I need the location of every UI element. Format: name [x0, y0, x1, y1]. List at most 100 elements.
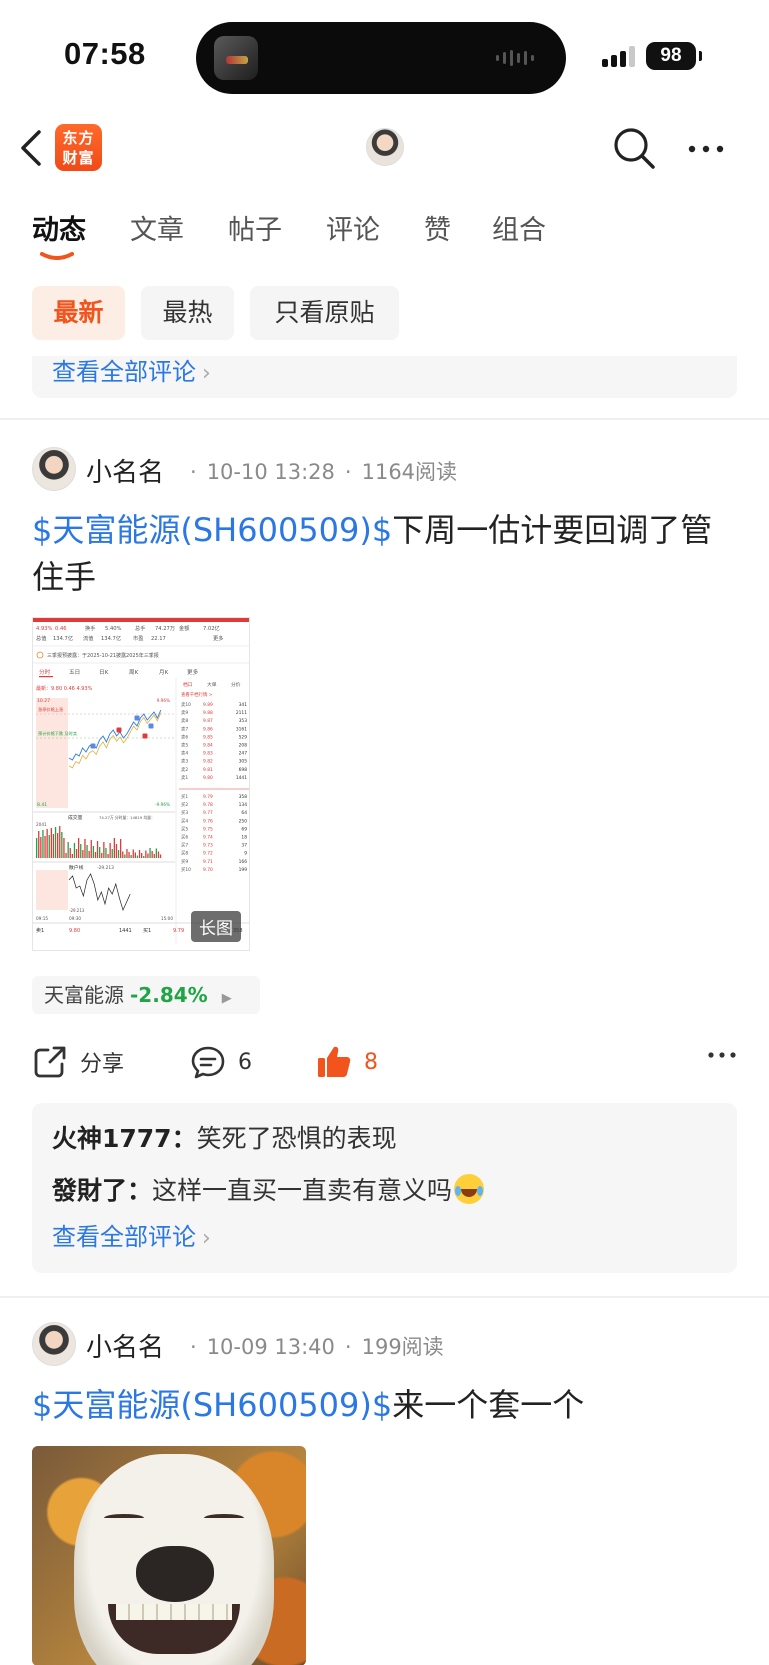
comment-button[interactable]: 6: [190, 1038, 252, 1086]
view-all-comments-link[interactable]: 查看全部评论 ›: [52, 1217, 211, 1252]
post-image[interactable]: 4.93% 0.46 换手 5.40% 总手 74.27万 金额 7.02亿 总值 134.7亿流…: [32, 617, 250, 951]
tab-comments[interactable]: 评论: [326, 208, 380, 247]
screenshot-text: 64: [241, 810, 247, 816]
share-icon: [34, 1046, 66, 1078]
screenshot-text: 18: [241, 835, 247, 841]
author-name[interactable]: 小名名: [86, 452, 164, 489]
volume-bar: [94, 852, 97, 858]
app-logo[interactable]: 东方 财富: [55, 124, 102, 171]
screenshot-text: 1441: [119, 928, 132, 934]
screenshot-text: 分时: [39, 668, 51, 676]
screenshot-text: 9: [244, 851, 247, 857]
post-actions: 分享 6 8: [32, 1038, 737, 1086]
trade-marker: [148, 723, 154, 729]
volume-bar: [73, 843, 76, 858]
screenshot-text: 总值: [36, 634, 46, 642]
more-options-icon[interactable]: [686, 134, 726, 164]
screenshot-text: 9.89: [203, 702, 213, 708]
tab-likes[interactable]: 赞: [424, 208, 451, 247]
volume-bar: [109, 843, 111, 858]
volume-bar: [90, 840, 92, 858]
volume-bar: [157, 851, 160, 858]
tab-dynamics[interactable]: 动态: [32, 208, 86, 247]
screenshot-text: 日K: [99, 669, 109, 676]
post-reads: 1164阅读: [361, 460, 458, 484]
trade-marker: [116, 727, 122, 733]
volume-bar: [143, 856, 145, 858]
screenshot-text: 买2: [181, 801, 188, 808]
avatar[interactable]: [32, 1322, 76, 1366]
volume-bar: [84, 839, 86, 858]
filter-original-only[interactable]: 只看原贴: [250, 286, 399, 340]
volume-bar: [52, 834, 55, 858]
chevron-right-icon: ›: [202, 1226, 211, 1251]
volume-bar: [44, 836, 46, 858]
back-icon[interactable]: [18, 128, 44, 168]
filter-hot[interactable]: 最热: [141, 286, 234, 340]
active-tab-indicator: [40, 252, 74, 260]
tab-portfolio[interactable]: 组合: [492, 208, 546, 247]
post-reads: 199阅读: [361, 1335, 444, 1359]
comment-item[interactable]: 發財了：这样一直买一直卖有意义吗: [52, 1171, 485, 1207]
comment-item[interactable]: 火神1777：笑死了恐惧的表现: [52, 1119, 397, 1155]
stock-tag-link[interactable]: $天富能源(SH600509)$: [32, 511, 392, 549]
volume-bar: [36, 838, 38, 858]
comments-preview: 火神1777：笑死了恐惧的表现 發財了：这样一直买一直卖有意义吗 查看全部评论 ›: [32, 1103, 737, 1273]
stock-tag-link[interactable]: $天富能源(SH600509)$: [32, 1386, 392, 1424]
screenshot-text: 9.87: [203, 718, 213, 724]
volume-bar: [111, 849, 113, 858]
screenshot-text: 9.79: [203, 794, 213, 800]
screenshot-text: 9.88: [203, 710, 213, 716]
volume-bar: [99, 847, 101, 858]
view-all-comments-link[interactable]: 查看全部评论 ›: [52, 356, 211, 387]
screenshot-text: 总手: [135, 624, 145, 632]
volume-bar: [50, 828, 52, 858]
screenshot-text: 买9: [181, 858, 188, 865]
screenshot-text: 卖3: [181, 759, 188, 765]
avatar[interactable]: [32, 447, 76, 491]
screenshot-text: 0.46: [55, 626, 67, 632]
comment-icon: [191, 1046, 225, 1079]
stock-quote-chip[interactable]: 天富能源 -2.84% ▶: [32, 976, 260, 1014]
search-icon[interactable]: [612, 126, 656, 170]
screenshot-text: 9.82: [203, 759, 213, 765]
profile-tabs: 动态 文章 帖子 评论 赞 组合: [0, 188, 769, 258]
screenshot-text: 换手: [85, 624, 95, 632]
dynamic-island[interactable]: [196, 22, 566, 94]
tab-posts[interactable]: 帖子: [228, 208, 282, 247]
screenshot-text: 卖2: [181, 767, 188, 773]
screenshot-text: 2041: [36, 822, 47, 827]
screenshot-text: 247: [239, 751, 248, 757]
tab-articles[interactable]: 文章: [130, 208, 184, 247]
screenshot-text: 9.77: [203, 810, 213, 816]
user-avatar[interactable]: [366, 128, 404, 166]
screenshot-text: 9.83: [203, 751, 213, 757]
cellular-signal-icon: [602, 45, 635, 67]
long-image-badge: 长图: [191, 911, 241, 942]
author-name[interactable]: 小名名: [86, 1327, 164, 1364]
screenshot-text: 134.7亿: [53, 634, 73, 642]
post-more-icon[interactable]: [707, 1050, 737, 1060]
post-content[interactable]: $天富能源(SH600509)$来一个套一个: [32, 1382, 732, 1429]
volume-bar: [61, 832, 63, 858]
share-button[interactable]: 分享: [32, 1038, 124, 1086]
screenshot-text: 3161: [236, 726, 247, 732]
screenshot-text: 卖6: [181, 734, 188, 740]
screenshot-text: 134.7亿: [101, 634, 121, 642]
screenshot-text: 买4: [181, 817, 188, 824]
trade-marker: [142, 733, 148, 739]
screenshot-text: 9.73: [203, 843, 213, 849]
volume-bar: [151, 851, 153, 858]
screenshot-text: 9.74: [203, 835, 213, 841]
volume-bar: [38, 831, 40, 858]
filter-latest[interactable]: 最新: [32, 286, 125, 340]
post-image-smiling-dog[interactable]: [32, 1446, 306, 1665]
stock-screenshot-image: 4.93% 0.46 换手 5.40% 总手 74.27万 金额 7.02亿总值 134.7亿流…: [33, 618, 249, 950]
screenshot-text: 8.41: [37, 802, 47, 808]
previous-comments-box: 查看全部评论 ›: [32, 356, 737, 398]
screenshot-text: 1441: [236, 775, 247, 781]
like-button[interactable]: 8: [316, 1038, 378, 1086]
status-bar: 07:58 98: [0, 0, 769, 112]
screenshot-text: 卖1: [36, 928, 44, 934]
post-content[interactable]: $天富能源(SH600509)$下周一估计要回调了管住手: [32, 507, 732, 601]
